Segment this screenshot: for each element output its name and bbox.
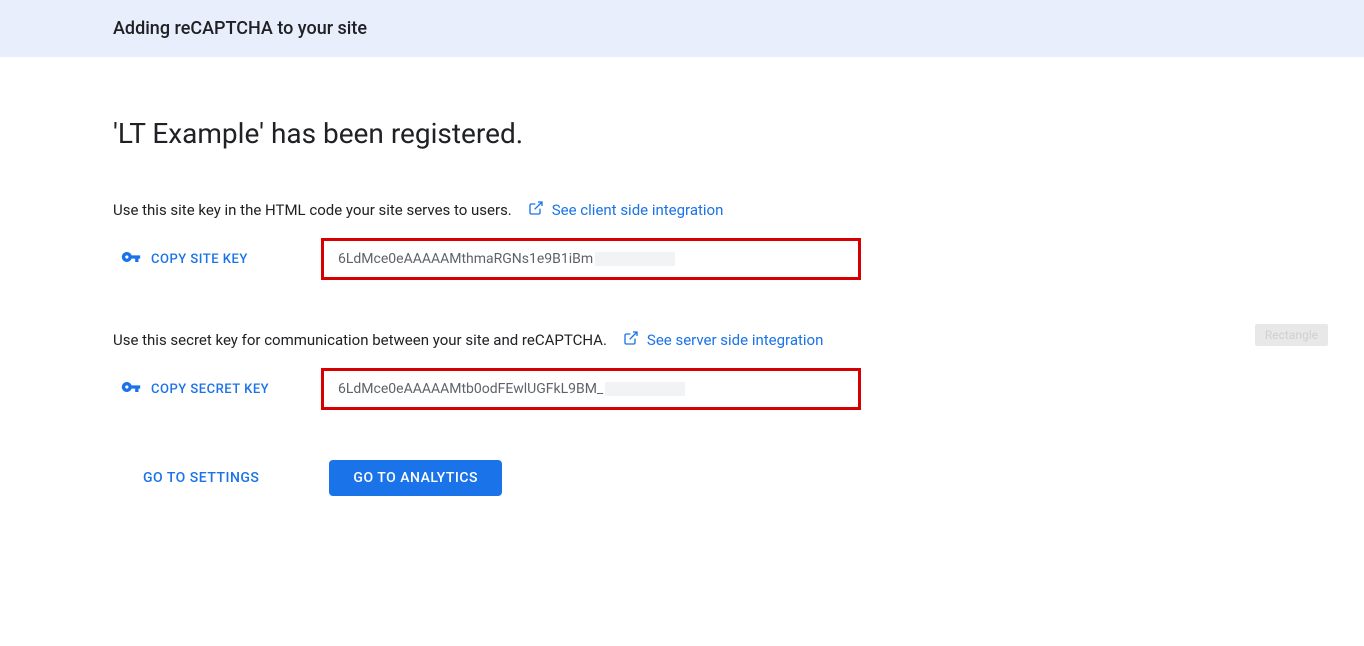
client-side-integration-link[interactable]: See client side integration bbox=[528, 200, 724, 220]
key-icon bbox=[121, 377, 141, 401]
site-key-value: 6LdMce0eAAAAAMthmaRGNs1e9B1iBm bbox=[338, 251, 593, 267]
secret-key-masked bbox=[605, 382, 685, 396]
copy-site-key-label: COPY SITE KEY bbox=[151, 252, 248, 267]
server-integration-link-text: See server side integration bbox=[647, 331, 823, 349]
secret-key-value-box[interactable]: 6LdMce0eAAAAAMtb0odFEwlUGFkL9BM_ bbox=[321, 368, 861, 410]
site-key-description-row: Use this site key in the HTML code your … bbox=[113, 200, 1251, 220]
button-row: GO TO SETTINGS GO TO ANALYTICS bbox=[143, 460, 1251, 496]
page-title: 'LT Example' has been registered. bbox=[113, 117, 1251, 150]
external-link-icon bbox=[623, 330, 639, 350]
copy-secret-key-label: COPY SECRET KEY bbox=[151, 382, 269, 397]
content-area: 'LT Example' has been registered. Use th… bbox=[0, 117, 1364, 496]
copy-secret-key-button[interactable]: COPY SECRET KEY bbox=[121, 377, 281, 401]
site-key-row: COPY SITE KEY 6LdMce0eAAAAAMthmaRGNs1e9B… bbox=[113, 238, 1251, 280]
client-integration-link-text: See client side integration bbox=[552, 201, 724, 219]
site-key-description: Use this site key in the HTML code your … bbox=[113, 201, 512, 219]
site-key-masked bbox=[595, 252, 675, 266]
go-to-analytics-button[interactable]: GO TO ANALYTICS bbox=[329, 460, 502, 496]
secret-key-description-row: Use this secret key for communication be… bbox=[113, 330, 1251, 350]
server-side-integration-link[interactable]: See server side integration bbox=[623, 330, 823, 350]
secret-key-row: COPY SECRET KEY 6LdMce0eAAAAAMtb0odFEwlU… bbox=[113, 368, 1251, 410]
secret-key-description: Use this secret key for communication be… bbox=[113, 331, 607, 349]
header-title: Adding reCAPTCHA to your site bbox=[113, 18, 1364, 39]
rectangle-overlay-label: Rectangle bbox=[1255, 324, 1328, 346]
go-to-settings-button[interactable]: GO TO SETTINGS bbox=[143, 470, 259, 486]
site-key-value-box[interactable]: 6LdMce0eAAAAAMthmaRGNs1e9B1iBm bbox=[321, 238, 861, 280]
external-link-icon bbox=[528, 200, 544, 220]
secret-key-value: 6LdMce0eAAAAAMtb0odFEwlUGFkL9BM_ bbox=[338, 381, 603, 397]
key-icon bbox=[121, 247, 141, 271]
copy-site-key-button[interactable]: COPY SITE KEY bbox=[121, 247, 281, 271]
header-bar: Adding reCAPTCHA to your site bbox=[0, 0, 1364, 57]
